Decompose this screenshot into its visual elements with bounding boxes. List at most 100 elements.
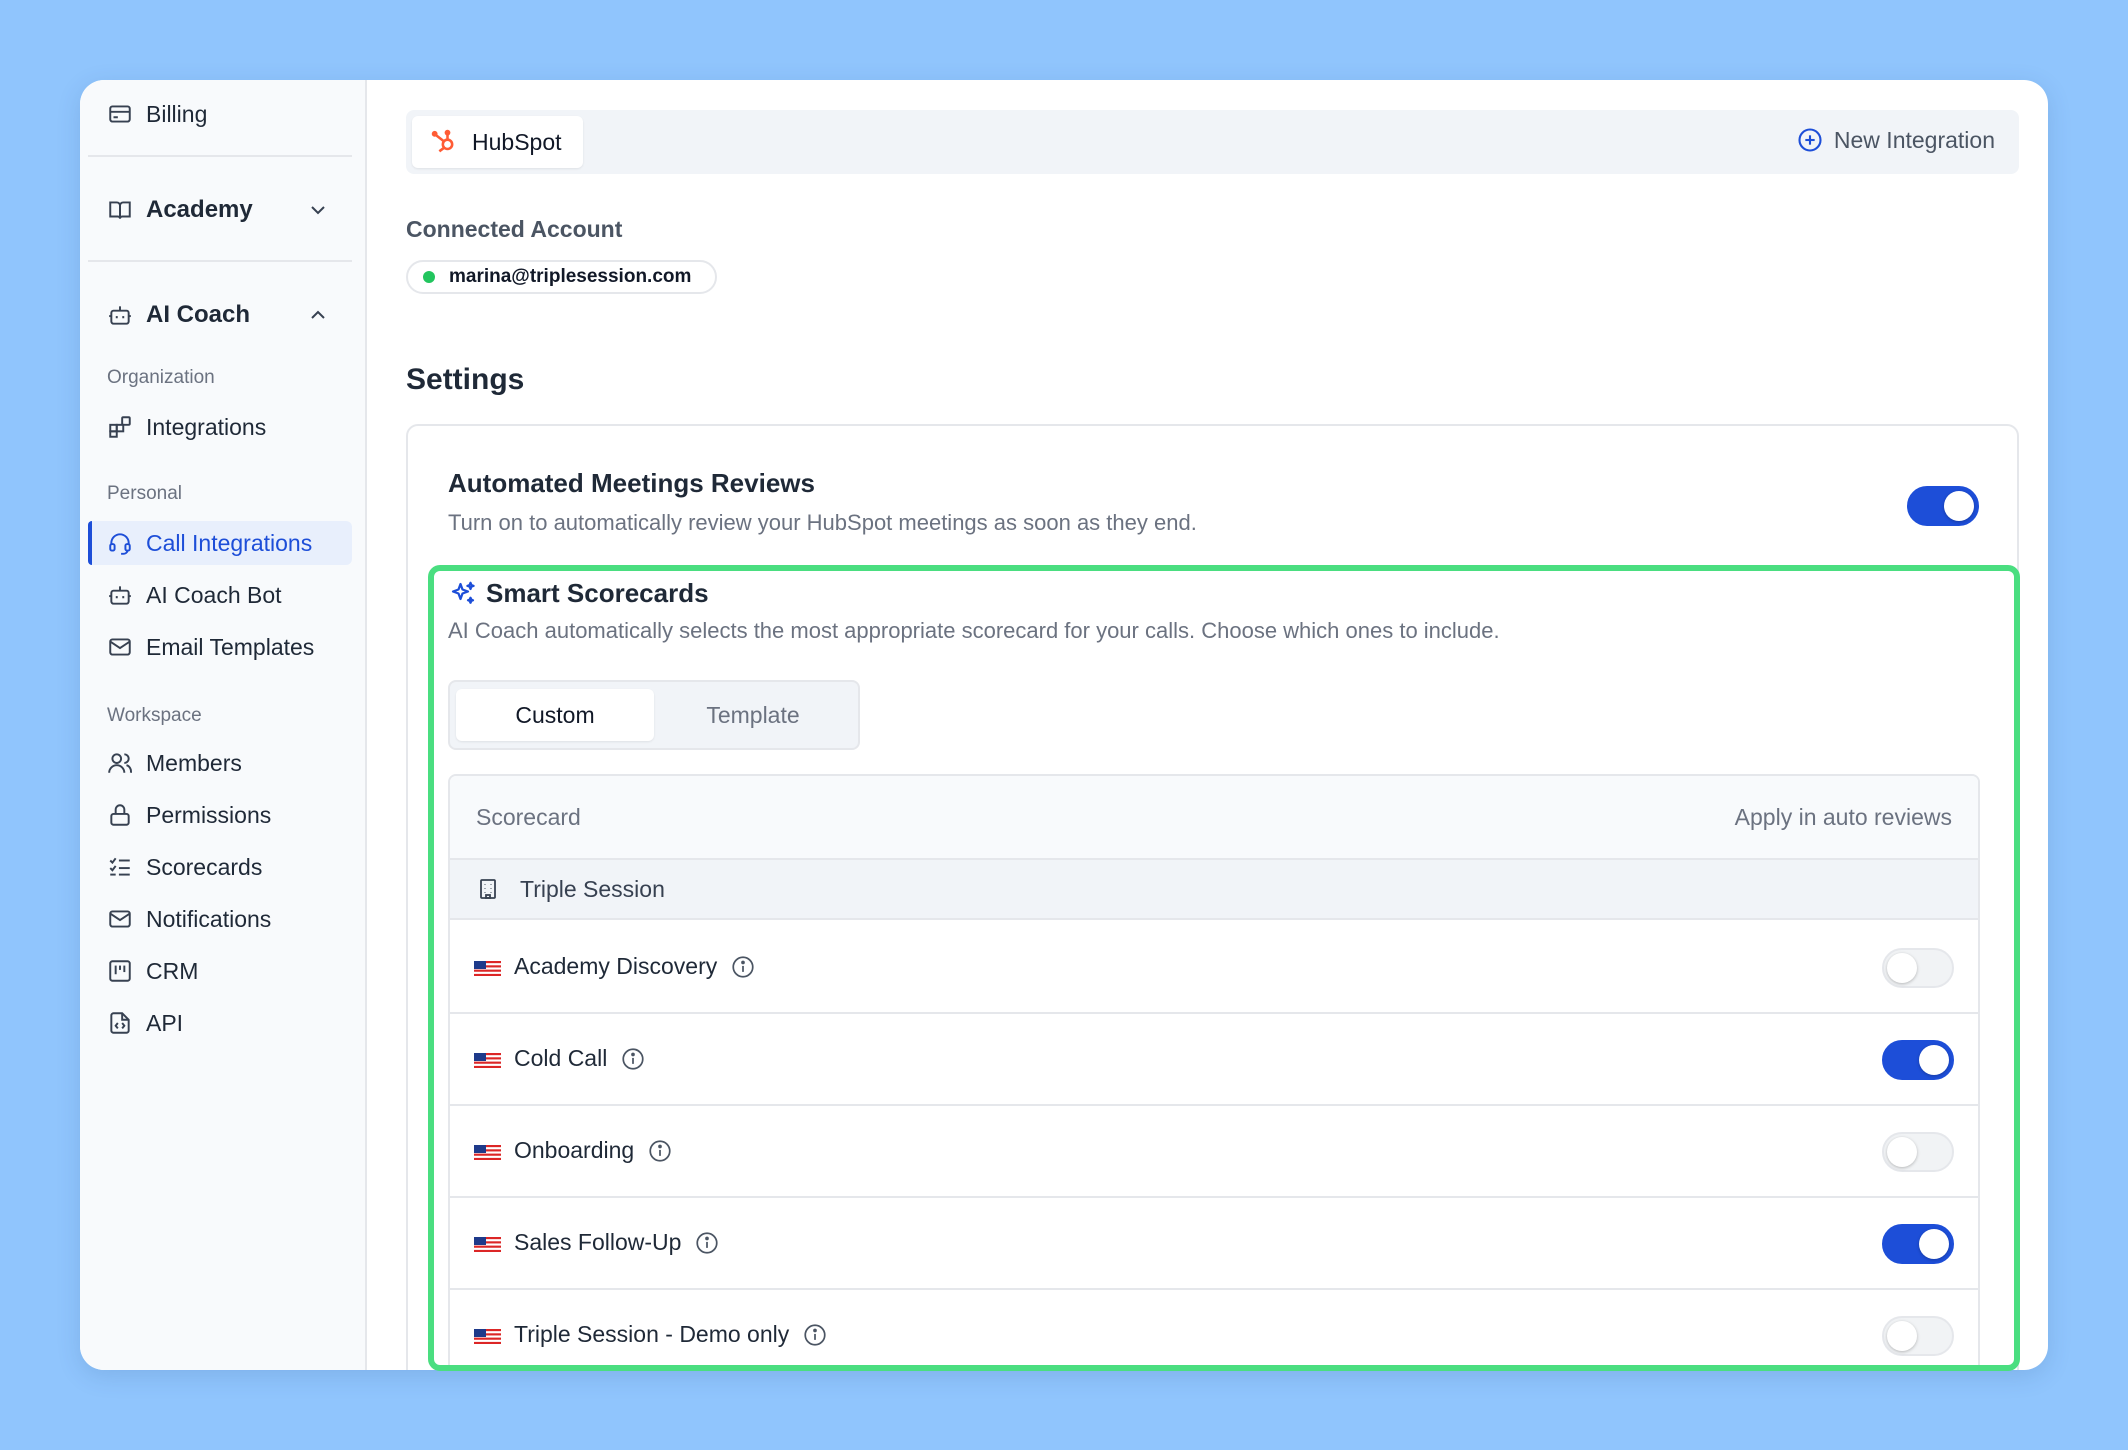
automated-reviews-title: Automated Meetings Reviews — [448, 468, 815, 498]
smart-scorecards-description: AI Coach automatically selects the most … — [448, 618, 1500, 643]
scorecard-name-text: Onboarding — [514, 1137, 635, 1163]
sidebar-item-billing[interactable]: Billing — [88, 92, 352, 136]
sidebar-item-label: Permissions — [146, 801, 272, 828]
connected-account-label: Connected Account — [406, 216, 623, 242]
sidebar-item-label: AI Coach — [146, 301, 251, 328]
sidebar-item-permissions[interactable]: Permissions — [88, 793, 352, 837]
column-header-apply: Apply in auto reviews — [1734, 804, 1952, 830]
main-content: HubSpot New Integration Connected Accoun… — [367, 80, 2048, 1370]
sidebar-item-ai-coach-bot[interactable]: AI Coach Bot — [88, 573, 352, 617]
apply-toggle[interactable] — [1882, 1132, 1954, 1172]
scorecards-table: Scorecard Apply in auto reviews Triple S… — [448, 774, 1980, 1370]
sidebar-item-label: CRM — [146, 957, 199, 984]
scorecard-name: Onboarding — [514, 1137, 673, 1164]
account-email: marina@triplesession.com — [449, 266, 692, 287]
credit-card-icon — [107, 101, 133, 127]
plus-circle-icon — [1798, 128, 1822, 152]
sidebar-item-label: AI Coach Bot — [146, 581, 282, 608]
sidebar-section-organization: Organization — [107, 367, 215, 388]
hubspot-icon — [431, 129, 454, 153]
sidebar-item-scorecards[interactable]: Scorecards — [88, 845, 352, 889]
apply-toggle[interactable] — [1882, 1224, 1954, 1264]
sidebar-item-crm[interactable]: CRM — [88, 949, 352, 993]
scorecard-type-segmented-control: Custom Template — [448, 680, 860, 750]
apply-toggle[interactable] — [1882, 1040, 1954, 1080]
column-header-scorecard: Scorecard — [476, 804, 581, 830]
sidebar-item-label: Notifications — [146, 905, 272, 932]
sidebar-item-notifications[interactable]: Notifications — [88, 897, 352, 941]
sidebar-section-workspace: Workspace — [107, 705, 202, 726]
apply-toggle[interactable] — [1882, 1316, 1954, 1356]
scorecard-name: Sales Follow-Up — [514, 1229, 720, 1256]
chevron-up-icon[interactable] — [306, 303, 330, 327]
info-icon[interactable] — [802, 1322, 828, 1348]
settings-card: Automated Meetings Reviews Turn on to au… — [406, 424, 2019, 1370]
sidebar-section-personal: Personal — [107, 483, 182, 504]
sidebar-item-label: Call Integrations — [146, 529, 313, 556]
sidebar-item-label: Billing — [146, 100, 208, 127]
apply-toggle[interactable] — [1882, 948, 1954, 988]
book-icon — [107, 197, 133, 223]
sidebar-item-members[interactable]: Members — [88, 741, 352, 785]
sidebar-divider — [88, 155, 352, 157]
us-flag-icon — [474, 1329, 501, 1345]
sidebar-item-label: API — [146, 1009, 184, 1036]
table-header: Scorecard Apply in auto reviews — [450, 776, 1978, 860]
sidebar-item-ai-coach[interactable]: AI Coach — [88, 293, 352, 337]
file-code-icon — [107, 1010, 133, 1036]
tab-custom[interactable]: Custom — [456, 689, 654, 741]
bot-icon — [107, 302, 133, 328]
scorecard-name-text: Academy Discovery — [514, 953, 718, 979]
info-icon[interactable] — [694, 1230, 720, 1256]
scorecard-name: Academy Discovery — [514, 953, 756, 980]
tab-template[interactable]: Template — [654, 689, 852, 741]
us-flag-icon — [474, 961, 501, 977]
lock-icon — [107, 802, 133, 828]
sidebar-divider — [88, 260, 352, 262]
sidebar-item-call-integrations[interactable]: Call Integrations — [88, 521, 352, 565]
table-row: Cold Call — [450, 1014, 1978, 1106]
new-integration-button[interactable]: New Integration — [1796, 126, 1995, 154]
sidebar-item-email-templates[interactable]: Email Templates — [88, 625, 352, 669]
scorecard-name-text: Cold Call — [514, 1045, 608, 1071]
sidebar-item-api[interactable]: API — [88, 1001, 352, 1045]
group-label: Triple Session — [520, 875, 665, 902]
smart-scorecards-title-text: Smart Scorecards — [486, 578, 709, 608]
app-window: Billing Academy AI Coach Organization In… — [80, 80, 2048, 1370]
automated-reviews-description: Turn on to automatically review your Hub… — [448, 510, 1197, 535]
info-icon[interactable] — [620, 1046, 646, 1072]
us-flag-icon — [474, 1145, 501, 1161]
sidebar-item-label: Integrations — [146, 413, 267, 440]
sidebar-item-label: Email Templates — [146, 633, 315, 660]
mail-icon — [107, 634, 133, 660]
headset-icon — [107, 530, 133, 556]
table-row: Academy Discovery — [450, 922, 1978, 1014]
scorecard-name: Cold Call — [514, 1045, 646, 1072]
settings-title: Settings — [406, 363, 525, 396]
scorecard-name: Triple Session - Demo only — [514, 1321, 828, 1348]
info-icon[interactable] — [730, 954, 756, 980]
new-integration-label: New Integration — [1833, 126, 1995, 153]
table-row: Triple Session - Demo only — [450, 1290, 1978, 1370]
status-dot — [423, 271, 435, 283]
bot-icon — [107, 582, 133, 608]
table-group-row: Triple Session — [450, 860, 1978, 920]
sidebar-item-label: Members — [146, 749, 242, 776]
sidebar-item-academy[interactable]: Academy — [88, 188, 352, 232]
sidebar-item-label: Academy — [146, 196, 253, 223]
scorecard-name-text: Sales Follow-Up — [514, 1229, 682, 1255]
chevron-down-icon[interactable] — [306, 198, 330, 222]
tab-label: HubSpot — [472, 128, 562, 155]
mail-icon — [107, 906, 133, 932]
kanban-icon — [107, 958, 133, 984]
sidebar-item-label: Scorecards — [146, 853, 263, 880]
info-icon[interactable] — [647, 1138, 673, 1164]
sidebar-item-integrations[interactable]: Integrations — [88, 405, 352, 449]
sparkles-icon — [451, 581, 475, 604]
tab-hubspot[interactable]: HubSpot — [412, 116, 583, 168]
smart-scorecards-title: Smart Scorecards — [448, 578, 709, 609]
building-icon — [480, 879, 496, 899]
blocks-icon — [107, 414, 133, 440]
sidebar: Billing Academy AI Coach Organization In… — [80, 80, 367, 1370]
automated-reviews-toggle[interactable] — [1907, 486, 1979, 526]
